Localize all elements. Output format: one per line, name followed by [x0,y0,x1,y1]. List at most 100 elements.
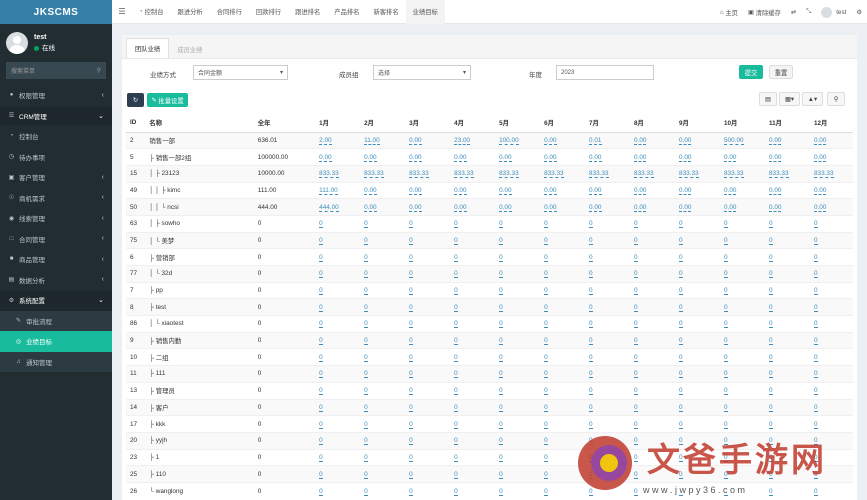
editable-value-link[interactable]: 0 [813,236,818,245]
month-target-cell[interactable]: 0 [360,465,406,483]
month-target-cell[interactable]: 0.00 [809,198,853,216]
month-target-cell[interactable]: 0 [495,298,541,316]
month-target-cell[interactable]: 0 [450,465,496,483]
editable-value-link[interactable]: 0.00 [499,186,512,195]
editable-value-link[interactable]: 833.33 [724,170,744,179]
month-target-cell[interactable]: 0 [450,481,496,500]
month-target-cell[interactable]: 0 [764,214,810,233]
editable-value-link[interactable]: 0.00 [409,153,422,162]
home-link[interactable]: ⌂ 主页 [715,8,743,17]
editable-value-link[interactable]: 0 [364,387,368,396]
editable-value-link[interactable]: 0 [364,370,368,379]
clear-cache-button[interactable]: ▣ 清除缓存 [743,8,786,17]
editable-value-link[interactable]: 0 [364,287,368,296]
columns-dropdown-button[interactable]: ▦▾ [779,92,800,106]
month-target-cell[interactable]: 0 [809,415,853,433]
editable-value-link[interactable]: 0 [454,437,458,446]
month-target-cell[interactable]: 0 [675,331,720,349]
reset-button[interactable]: 重置 [769,65,793,79]
month-target-cell[interactable]: 0 [720,281,765,299]
tab-performance-target[interactable]: 业绩目标 [405,0,445,24]
month-target-cell[interactable]: 0 [764,365,810,383]
month-target-cell[interactable]: 0 [585,315,631,333]
month-target-cell[interactable]: 0 [360,248,406,266]
month-target-cell[interactable]: 0 [450,331,496,349]
month-target-cell[interactable]: 0 [809,431,853,450]
month-target-cell[interactable]: 0 [675,231,720,249]
sidebar-item-approval-flow[interactable]: ✎ 审批流程 [0,310,112,331]
month-target-cell[interactable]: 0.00 [450,181,496,199]
sidebar-item-crm[interactable]: ☰ CRM管理 ⌄ [0,105,112,126]
editable-value-link[interactable]: 0 [319,420,323,429]
month-target-cell[interactable]: 0 [585,465,631,483]
column-header[interactable]: 4月 [450,114,496,133]
editable-value-link[interactable]: 0 [679,437,683,446]
editable-value-link[interactable]: 0 [319,370,323,379]
editable-value-link[interactable]: 0 [364,453,368,462]
editable-value-link[interactable]: 0 [409,303,413,312]
month-target-cell[interactable]: 0 [315,214,361,233]
month-target-cell[interactable]: 0 [360,315,406,333]
column-header[interactable]: 9月 [675,114,720,133]
editable-value-link[interactable]: 0 [813,470,818,479]
editable-value-link[interactable]: 0.00 [634,203,647,212]
month-target-cell[interactable]: 0 [540,315,586,333]
month-target-cell[interactable]: 0 [360,281,406,299]
column-header[interactable]: 10月 [720,114,765,133]
month-target-cell[interactable]: 833.33 [450,164,496,183]
editable-value-link[interactable]: 0 [454,287,458,296]
editable-value-link[interactable]: 0 [364,320,368,329]
month-target-cell[interactable]: 0 [405,448,451,466]
month-target-cell[interactable]: 0.00 [585,181,631,199]
sidebar-item-opportunities[interactable]: ☉ 商机需求 ‹ [0,188,112,209]
month-target-cell[interactable]: 0 [764,265,810,283]
editable-value-link[interactable]: 0 [319,437,323,446]
editable-value-link[interactable]: 0 [634,220,638,229]
month-target-cell[interactable]: 0 [315,381,361,399]
fullscreen-icon[interactable]: ⤡ [801,8,816,16]
month-target-cell[interactable]: 0 [405,214,451,233]
month-target-cell[interactable]: 0 [675,298,720,316]
sidebar-item-products[interactable]: ■ 商品管理 ‹ [0,249,112,270]
month-target-cell[interactable]: 0 [495,265,541,283]
editable-value-link[interactable]: 0 [544,287,548,296]
editable-value-link[interactable]: 0 [589,387,593,396]
editable-value-link[interactable]: 0 [768,353,773,362]
sidebar-search-input[interactable]: 搜索菜单 ⚲ [6,62,106,79]
month-target-cell[interactable]: 0 [540,348,586,366]
editable-value-link[interactable]: 0.00 [364,203,377,212]
month-target-cell[interactable]: 0 [764,448,810,466]
editable-value-link[interactable]: 0.00 [409,186,422,195]
month-target-cell[interactable]: 0 [540,231,586,249]
month-target-cell[interactable]: 0.00 [405,198,451,216]
month-target-cell[interactable]: 0 [809,248,853,266]
editable-value-link[interactable]: 0 [813,270,818,279]
editable-value-link[interactable]: 0 [679,487,683,496]
sidebar-item-leads[interactable]: ◉ 线索管理 ‹ [0,208,112,229]
editable-value-link[interactable]: 0 [589,320,593,329]
editable-value-link[interactable]: 0 [724,220,728,229]
editable-value-link[interactable]: 0 [364,253,368,262]
month-target-cell[interactable]: 0 [405,415,451,433]
editable-value-link[interactable]: 0 [499,320,503,329]
editable-value-link[interactable]: 0 [409,453,413,462]
month-target-cell[interactable]: 833.33 [630,164,676,183]
month-target-cell[interactable]: 0 [450,381,496,399]
editable-value-link[interactable]: 0 [544,253,548,262]
month-target-cell[interactable]: 23.00 [450,131,496,149]
month-target-cell[interactable]: 0 [630,315,676,333]
editable-value-link[interactable]: 0 [499,403,503,412]
month-target-cell[interactable]: 0 [764,231,810,249]
month-target-cell[interactable]: 0 [405,431,451,450]
editable-value-link[interactable]: 0 [319,337,323,346]
editable-value-link[interactable]: 0.00 [589,203,602,212]
editable-value-link[interactable]: 0 [634,437,638,446]
editable-value-link[interactable]: 0 [813,403,818,412]
month-target-cell[interactable]: 0 [450,348,496,366]
editable-value-link[interactable]: 0 [454,453,458,462]
month-target-cell[interactable]: 0 [315,315,361,333]
month-target-cell[interactable]: 0 [360,214,406,233]
month-target-cell[interactable]: 0 [585,398,631,416]
editable-value-link[interactable]: 0 [634,337,638,346]
editable-value-link[interactable]: 0 [319,270,323,279]
